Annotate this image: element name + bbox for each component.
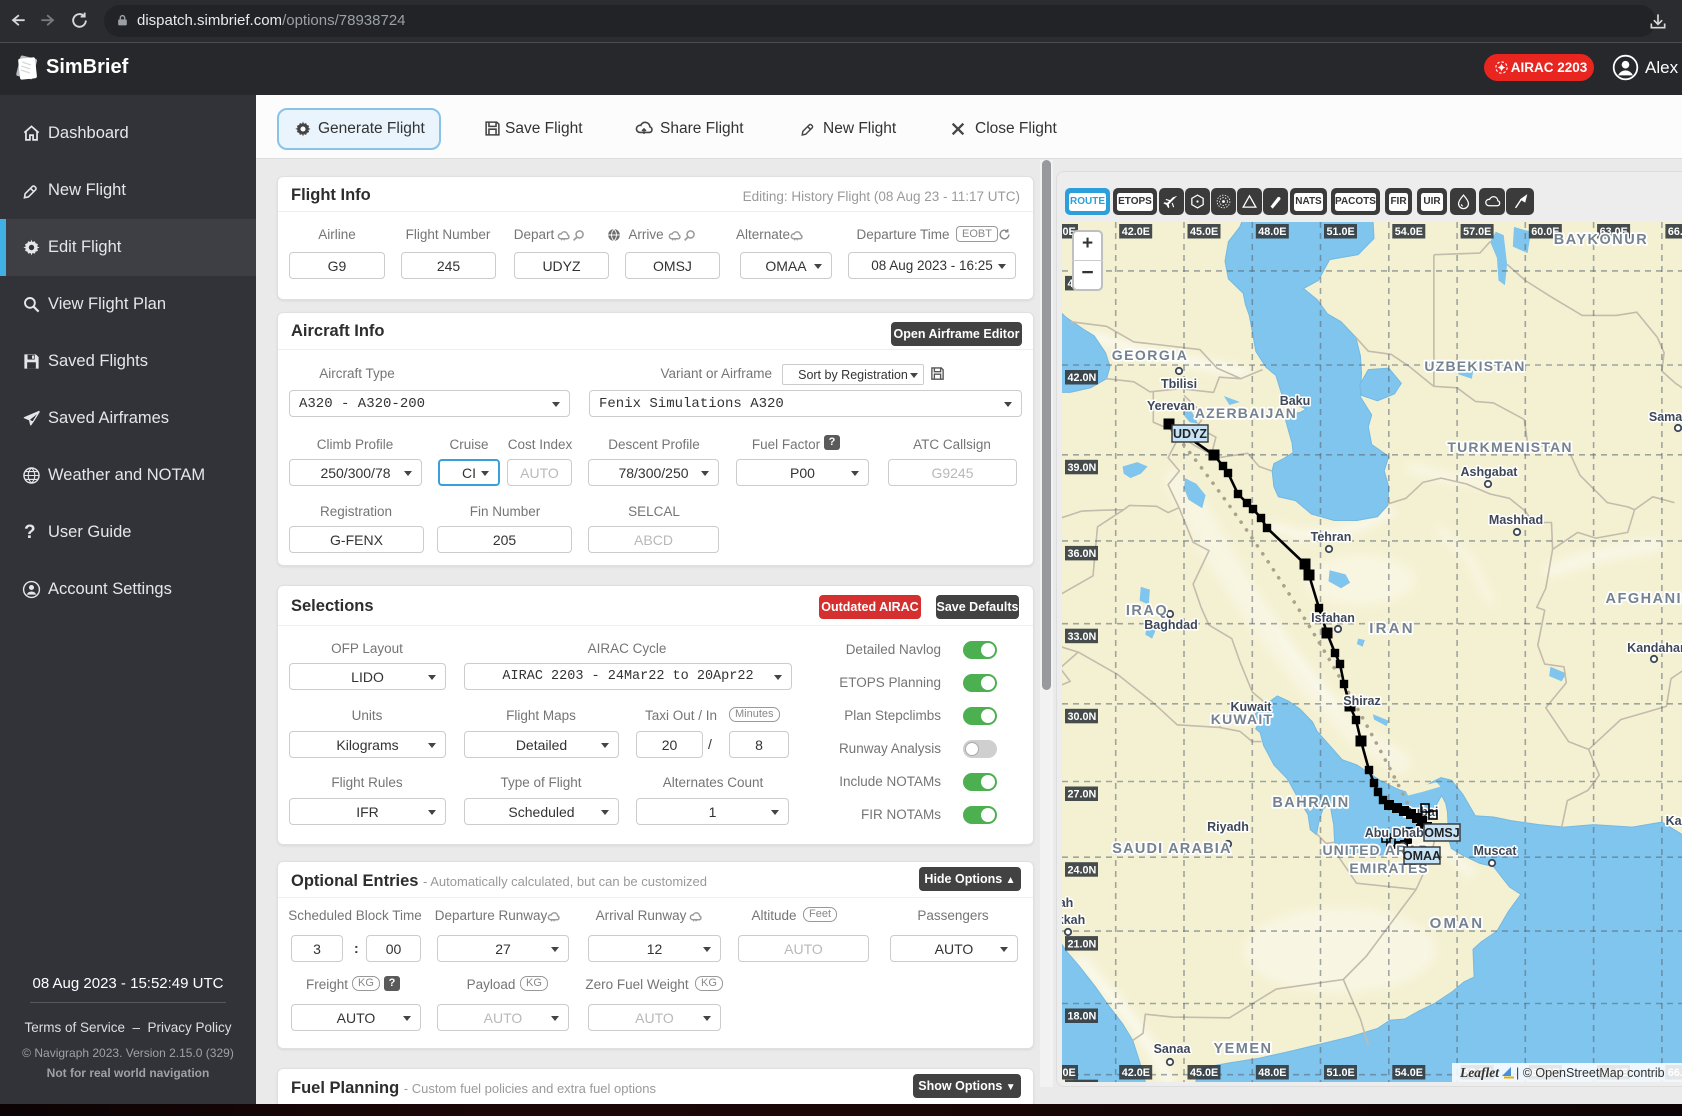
svg-text:18.0N: 18.0N [1068,1011,1097,1023]
svg-text:Tbilisi: Tbilisi [1161,377,1197,391]
svg-text:24.0N: 24.0N [1068,864,1097,876]
svg-text:21.0N: 21.0N [1068,938,1097,950]
svg-text:GEORGIA: GEORGIA [1112,347,1189,363]
svg-text:Yerevan: Yerevan [1147,399,1195,413]
svg-text:YEMEN: YEMEN [1213,1041,1272,1057]
svg-text:57.0E: 57.0E [1463,226,1491,238]
svg-text:48.0E: 48.0E [1258,1067,1286,1079]
svg-text:39.0N: 39.0N [1068,462,1097,474]
svg-text:OMAN: OMAN [1430,915,1485,932]
svg-text:Muscat: Muscat [1473,844,1517,858]
svg-text:45.0E: 45.0E [1190,226,1218,238]
svg-text:39.0E: 39.0E [1062,1067,1076,1079]
svg-text:42.0N: 42.0N [1068,372,1097,384]
svg-text:UZBEKISTAN: UZBEKISTAN [1424,358,1525,374]
svg-text:BAHRAIN: BAHRAIN [1272,795,1349,811]
svg-text:Tehran: Tehran [1311,530,1352,544]
svg-text:ah: ah [1062,896,1073,910]
svg-text:OMAA: OMAA [1403,849,1441,863]
svg-text:27.0N: 27.0N [1068,789,1097,801]
svg-text:33.0N: 33.0N [1068,631,1097,643]
svg-text:66.0E: 66.0E [1668,226,1682,238]
svg-text:Ashgabat: Ashgabat [1461,465,1519,479]
svg-text:OMSJ: OMSJ [1424,826,1459,840]
svg-text:Isfahan: Isfahan [1311,611,1355,625]
svg-text:54.0E: 54.0E [1395,226,1423,238]
svg-text:Shiraz: Shiraz [1343,694,1381,708]
svg-text:48.0E: 48.0E [1258,226,1286,238]
svg-text:42.0E: 42.0E [1122,1067,1150,1079]
svg-text:42.0E: 42.0E [1122,226,1150,238]
svg-text:Abu Dhabi: Abu Dhabi [1365,826,1428,840]
svg-text:51.0E: 51.0E [1327,1067,1355,1079]
svg-text:AFGHANISTAN: AFGHANISTAN [1606,591,1682,607]
svg-text:Mashhad: Mashhad [1489,513,1543,527]
svg-text:IRAN: IRAN [1369,620,1414,637]
svg-text:SAUDI ARABIA: SAUDI ARABIA [1112,841,1231,857]
svg-text:Baghdad: Baghdad [1144,618,1197,632]
svg-text:45.0E: 45.0E [1190,1067,1218,1079]
svg-text:kkah: kkah [1062,913,1085,927]
svg-text:Riyadh: Riyadh [1207,820,1249,834]
svg-text:IRAQ: IRAQ [1126,603,1168,619]
svg-text:Samar: Samar [1649,410,1682,424]
svg-text:UDYZ: UDYZ [1173,427,1207,441]
svg-text:AZERBAIJAN: AZERBAIJAN [1195,405,1297,421]
svg-text:TURKMENISTAN: TURKMENISTAN [1447,439,1572,455]
svg-text:30.0N: 30.0N [1068,711,1097,723]
svg-text:51.0E: 51.0E [1327,226,1355,238]
svg-text:Kandahar: Kandahar [1627,641,1682,655]
svg-text:Sanaa: Sanaa [1154,1042,1192,1056]
svg-text:36.0N: 36.0N [1068,548,1097,560]
svg-text:KUWAIT: KUWAIT [1211,711,1273,727]
svg-text:54.0E: 54.0E [1395,1067,1423,1079]
svg-text:Kar: Kar [1666,814,1682,828]
svg-text:BAYKONUR: BAYKONUR [1554,232,1648,248]
svg-text:Leaflet: Leaflet [1459,1065,1500,1080]
svg-text:| © OpenStreetMap contrib: | © OpenStreetMap contrib [1516,1066,1665,1080]
